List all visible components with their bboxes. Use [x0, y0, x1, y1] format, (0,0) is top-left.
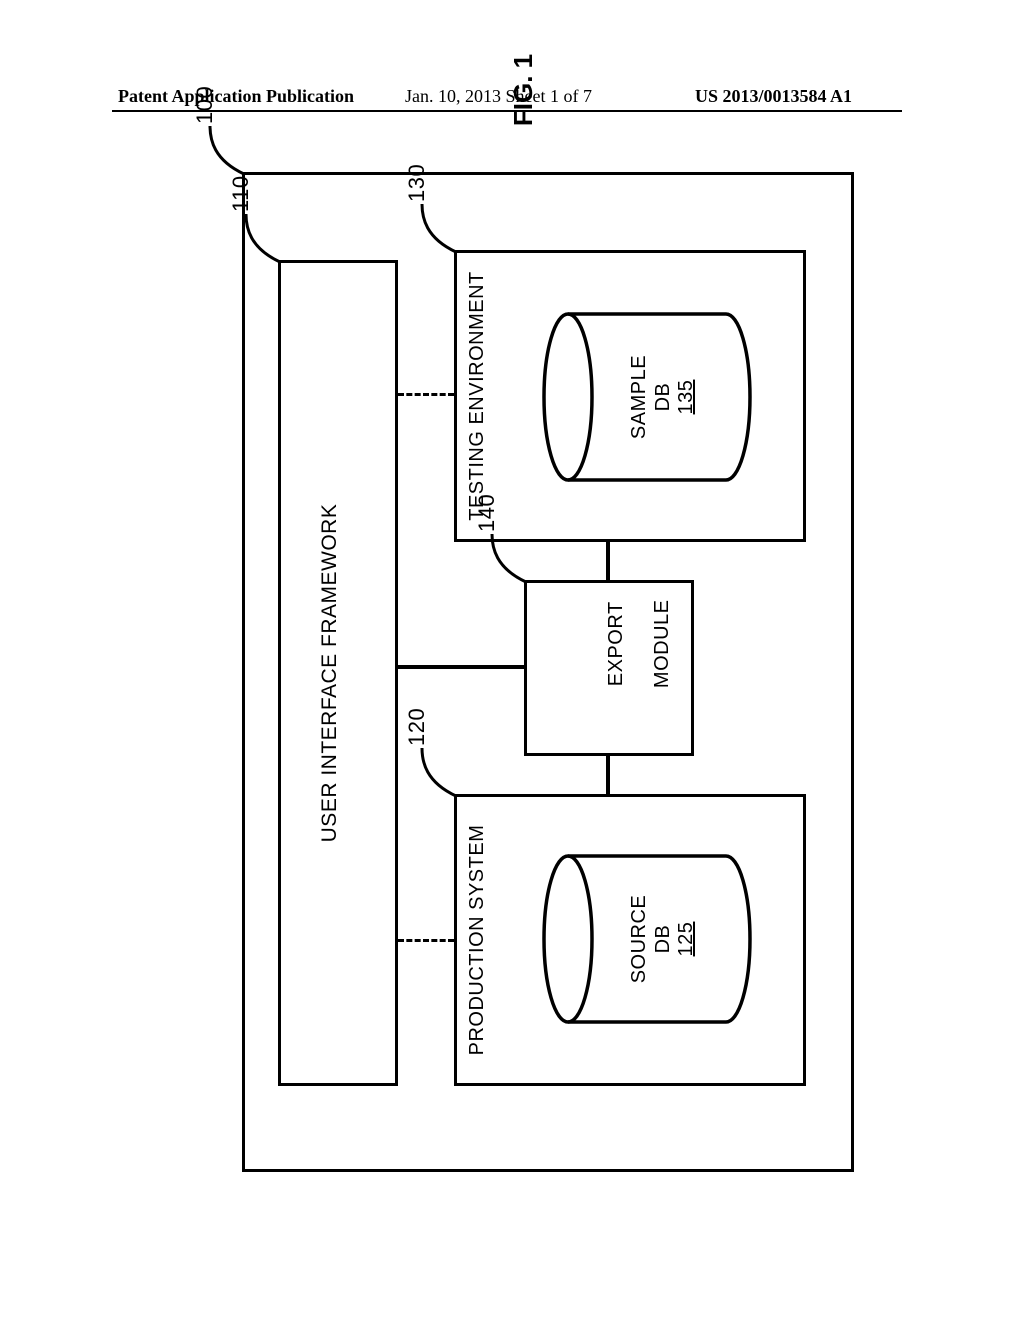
source-db-label: SOURCE DB 125	[628, 850, 699, 1028]
connector-export-to-testing	[606, 542, 610, 580]
export-module-label-line1: EXPORT	[605, 601, 627, 686]
export-module-label-line2: MODULE	[651, 599, 673, 688]
source-db-refnum: 125	[675, 922, 697, 957]
refnum-110: 110	[228, 175, 253, 212]
sample-db-label-line2: DB	[652, 383, 674, 412]
refnum-140: 140	[474, 494, 499, 532]
patent-figure-page: Patent Application Publication Jan. 10, …	[0, 0, 1024, 1320]
connector-ui-to-production-dashed	[398, 939, 454, 942]
leader-120	[416, 744, 466, 800]
source-db-cylinder-125: SOURCE DB 125	[540, 850, 754, 1028]
export-module-label: EXPORT MODULE	[582, 580, 697, 756]
connector-ui-to-testing-dashed	[398, 393, 454, 396]
source-db-label-line2: DB	[652, 925, 674, 954]
production-system-label: PRODUCTION SYSTEM	[466, 794, 489, 1086]
ui-framework-label: USER INTERFACE FRAMEWORK	[318, 260, 342, 1086]
figure-1-diagram: USER INTERFACE FRAMEWORK PRODUCTION SYST…	[182, 164, 864, 1182]
connector-ui-to-export	[398, 666, 524, 670]
sample-db-label-line1: SAMPLE	[628, 355, 650, 439]
refnum-120: 120	[404, 708, 429, 746]
sample-db-refnum: 135	[675, 380, 697, 415]
leader-140	[486, 530, 536, 586]
figure-rotated-container: USER INTERFACE FRAMEWORK PRODUCTION SYST…	[182, 164, 864, 1182]
sample-db-cylinder-135: SAMPLE DB 135	[540, 308, 754, 486]
sample-db-label: SAMPLE DB 135	[628, 308, 699, 486]
leader-130	[416, 200, 466, 256]
source-db-label-line1: SOURCE	[628, 895, 650, 984]
leader-110	[240, 210, 290, 266]
figure-caption: FIG. 1	[182, 30, 864, 150]
connector-production-to-export	[606, 756, 610, 794]
refnum-130: 130	[404, 164, 429, 202]
